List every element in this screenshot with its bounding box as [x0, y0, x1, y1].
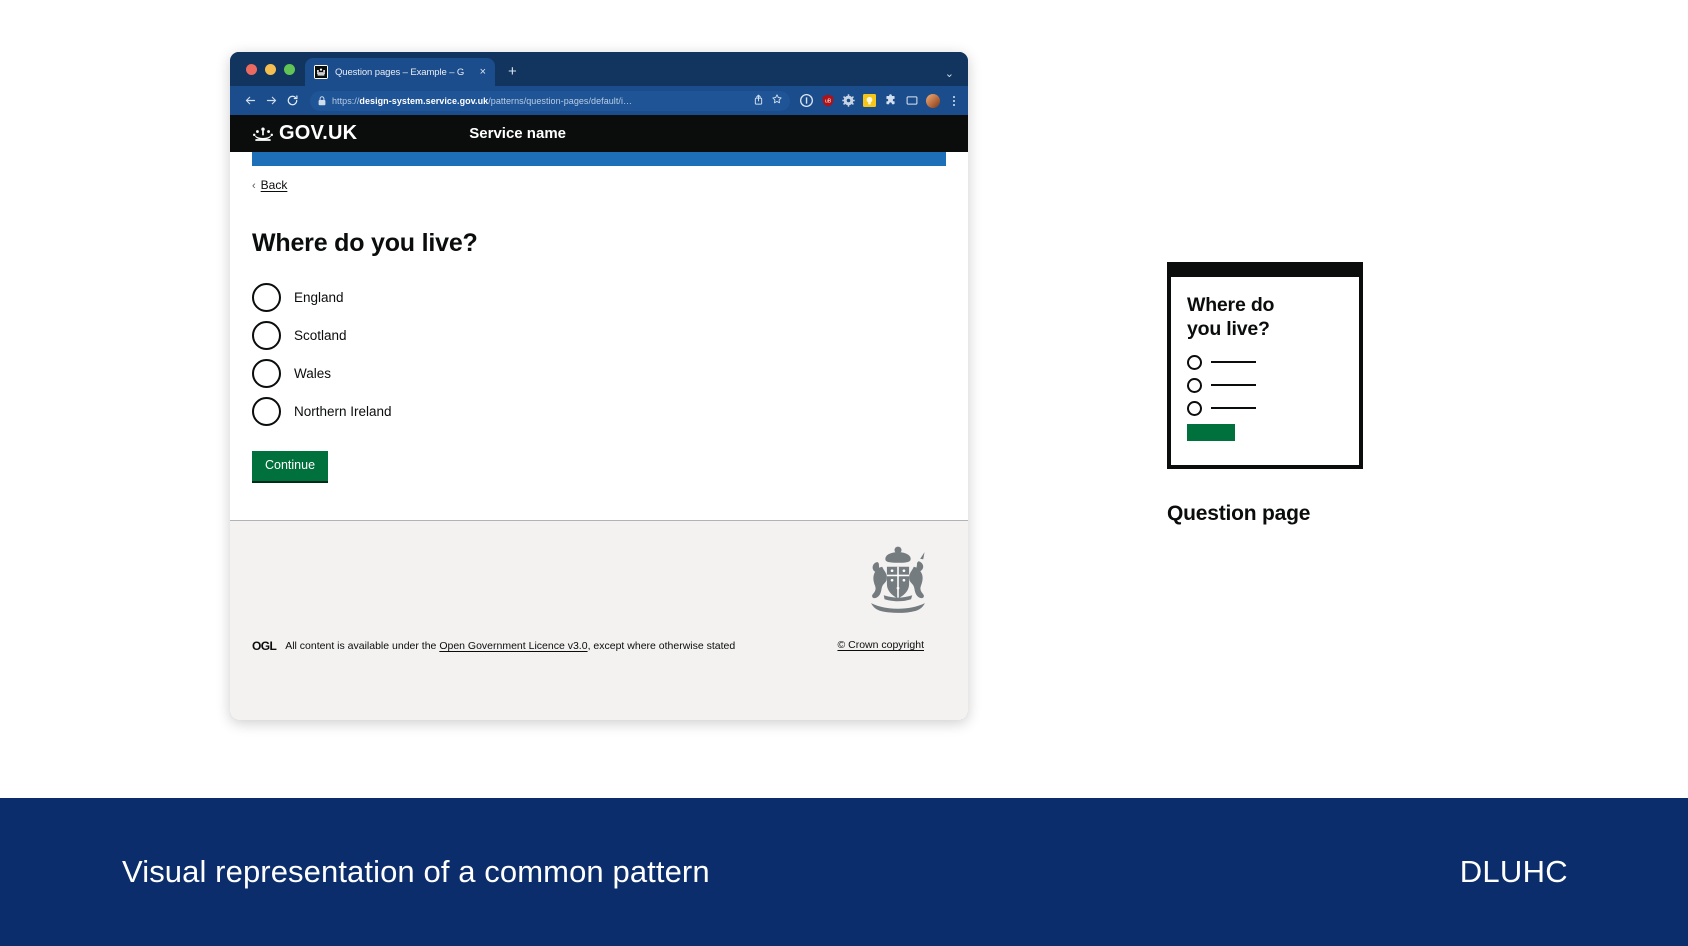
onepassword-icon[interactable]	[800, 94, 813, 107]
slide-footer-banner: Visual representation of a common patter…	[0, 798, 1688, 946]
thumbnail-continue-button	[1187, 423, 1235, 441]
thumbnail-caption: Question page	[1167, 502, 1311, 525]
chevron-left-icon: ‹	[252, 180, 256, 192]
thumbnail-title-line2: you live?	[1187, 317, 1270, 340]
gear-extension-icon[interactable]	[842, 94, 855, 107]
ogl-logo: OGL	[252, 639, 277, 653]
address-bar-url: https://design-system.service.gov.uk/pat…	[332, 95, 633, 106]
thumbnail-radio-row	[1187, 351, 1359, 374]
govuk-crown-icon	[252, 126, 274, 142]
thumbnail-radio-row	[1187, 374, 1359, 397]
back-navigation-button[interactable]	[240, 90, 261, 111]
thumbnail-title-line1: Where do	[1187, 294, 1275, 316]
thumbnail-radio-row	[1187, 397, 1359, 420]
window-traffic-lights[interactable]	[242, 52, 305, 86]
radio-circle-icon[interactable]	[252, 358, 281, 388]
cast-icon[interactable]	[905, 94, 918, 107]
radio-option-wales[interactable]: Wales	[252, 354, 946, 392]
close-window-button[interactable]	[246, 63, 257, 75]
thumbnail-header-bar	[1167, 262, 1363, 277]
radio-circle-icon	[1187, 354, 1202, 370]
thumbnail-content: Where do you live?	[1171, 277, 1359, 441]
page-title: Where do you live?	[252, 229, 478, 257]
address-bar-actions	[754, 94, 782, 108]
radio-circle-icon	[1187, 377, 1202, 393]
footer-licence-line: OGL All content is available under the O…	[252, 639, 946, 653]
thumbnail-card: Where do you live?	[1167, 262, 1363, 469]
lightbulb-extension-icon[interactable]	[863, 94, 876, 107]
radio-option-england[interactable]: England	[252, 278, 946, 316]
radio-label: Wales	[294, 365, 332, 381]
banner-brand: DLUHC	[1459, 854, 1568, 889]
govuk-wordmark: GOV.UK	[279, 122, 358, 144]
placeholder-line	[1211, 360, 1256, 364]
thumbnail-title: Where do you live?	[1187, 294, 1317, 342]
page-main-content: ‹ Back Where do you live? England Scotla…	[230, 166, 968, 520]
service-name[interactable]: Service name	[469, 125, 566, 142]
browser-tab-active[interactable]: Question pages – Example – G ×	[305, 58, 495, 86]
govuk-crown-favicon-icon	[314, 65, 328, 79]
govuk-footer: OGL All content is available under the O…	[230, 520, 968, 720]
browser-tab-strip: Question pages – Example – G × + ⌄	[230, 52, 968, 86]
back-link[interactable]: ‹ Back	[252, 178, 287, 192]
pattern-thumbnail: Where do you live? Question page	[1167, 262, 1427, 526]
licence-text: All content is available under the Open …	[285, 640, 736, 652]
svg-text:uB: uB	[824, 99, 831, 105]
close-tab-button[interactable]: ×	[478, 66, 486, 78]
browser-extensions: uB	[796, 93, 960, 108]
browser-tab-title: Question pages – Example – G	[335, 66, 465, 78]
browser-window: Question pages – Example – G × + ⌄ https…	[230, 52, 968, 720]
share-icon[interactable]	[754, 94, 763, 108]
radio-label: Scotland	[294, 327, 347, 343]
maximize-window-button[interactable]	[284, 63, 295, 75]
radio-circle-icon	[1187, 400, 1202, 416]
back-link-label: Back	[260, 178, 288, 192]
radio-group: England Scotland Wales Northern Ireland	[252, 278, 946, 430]
govuk-logo-link[interactable]: GOV.UK	[252, 122, 357, 145]
screenshot-stage: Question pages – Example – G × + ⌄ https…	[0, 0, 1688, 946]
banner-caption: Visual representation of a common patter…	[122, 854, 710, 889]
radio-circle-icon[interactable]	[252, 320, 281, 350]
new-tab-button[interactable]: +	[508, 64, 517, 79]
ublock-origin-icon[interactable]: uB	[821, 94, 834, 107]
radio-label: England	[294, 289, 344, 305]
minimize-window-button[interactable]	[265, 63, 276, 75]
star-icon[interactable]	[772, 94, 782, 107]
open-government-licence-link[interactable]: Open Government Licence v3.0	[439, 640, 587, 652]
thumbnail-radio-rows	[1187, 351, 1359, 420]
continue-button[interactable]: Continue	[252, 451, 329, 483]
phase-banner-band	[252, 152, 946, 166]
puzzle-extensions-icon[interactable]	[884, 94, 897, 107]
crown-copyright-link[interactable]: © Crown copyright	[837, 639, 924, 651]
profile-avatar[interactable]	[926, 93, 940, 108]
reload-button[interactable]	[282, 90, 303, 111]
royal-coat-of-arms-icon	[850, 543, 946, 619]
radio-option-scotland[interactable]: Scotland	[252, 316, 946, 354]
placeholder-line	[1211, 406, 1256, 410]
chevron-down-icon[interactable]: ⌄	[945, 69, 954, 80]
radio-label: Northern Ireland	[294, 403, 392, 419]
govuk-header: GOV.UK Service name	[230, 115, 968, 152]
forward-navigation-button[interactable]	[261, 90, 282, 111]
lock-icon	[318, 95, 326, 106]
browser-toolbar: https://design-system.service.gov.uk/pat…	[230, 86, 968, 115]
radio-option-northern-ireland[interactable]: Northern Ireland	[252, 392, 946, 430]
kebab-menu-icon[interactable]	[948, 95, 960, 106]
radio-circle-icon[interactable]	[252, 396, 281, 426]
address-bar[interactable]: https://design-system.service.gov.uk/pat…	[310, 90, 790, 111]
page-viewport: GOV.UK Service name ‹ Back Where do you …	[230, 115, 968, 720]
radio-circle-icon[interactable]	[252, 282, 281, 312]
placeholder-line	[1211, 383, 1256, 387]
